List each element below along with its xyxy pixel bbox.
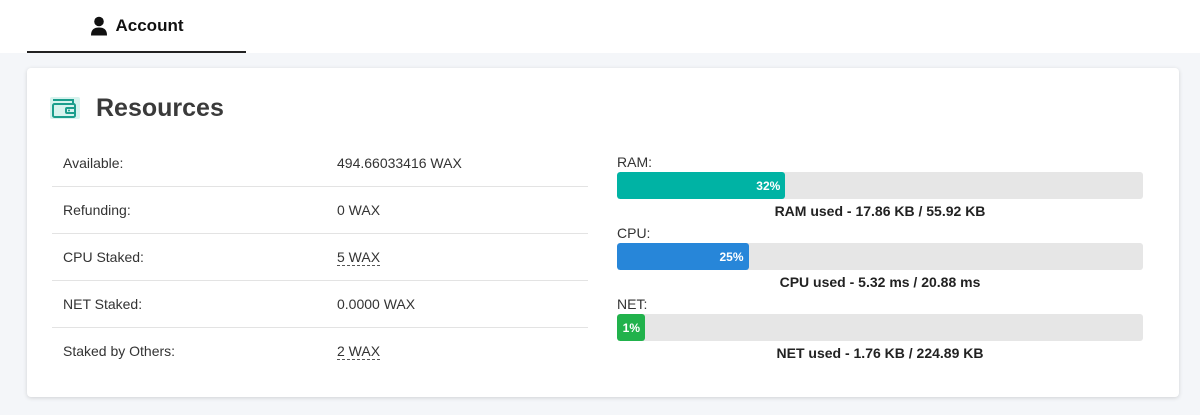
resource-value: 494.66033416 WAX <box>337 155 462 171</box>
resource-row-available: Available: 494.66033416 WAX <box>52 140 588 187</box>
tab-account[interactable]: Account <box>27 0 246 53</box>
ram-usage-caption: RAM used - 17.86 KB / 55.92 KB <box>774 203 986 219</box>
cpu-meter: CPU: 25% CPU used - 5.32 ms / 20.88 ms <box>617 223 1143 294</box>
resource-row-staked-by-others: Staked by Others: 2 WAX <box>52 328 588 374</box>
resources-header: Resources <box>49 90 224 126</box>
cpu-meter-label: CPU: <box>617 225 651 241</box>
ram-progress-fill: 32% <box>617 172 786 199</box>
net-progress-fill: 1% <box>617 314 645 341</box>
resource-meters: RAM: 32% RAM used - 17.86 KB / 55.92 KB … <box>617 152 1143 365</box>
wallet-icon <box>49 95 81 121</box>
cpu-progress-track: 25% <box>617 243 1143 270</box>
resource-value: 0 WAX <box>337 202 381 218</box>
net-progress-track: 1% <box>617 314 1143 341</box>
tab-account-label: Account <box>115 15 184 35</box>
resource-row-net-staked: NET Staked: 0.0000 WAX <box>52 281 588 328</box>
resource-label: NET Staked: <box>63 296 143 312</box>
net-usage-caption: NET used - 1.76 KB / 224.89 KB <box>776 345 984 361</box>
ram-meter-label: RAM: <box>617 154 652 170</box>
net-meter-label: NET: <box>617 296 648 312</box>
resource-label: Available: <box>63 155 124 171</box>
resource-label: Refunding: <box>63 202 131 218</box>
resources-card: Resources Available: 494.66033416 WAX Re… <box>27 68 1179 397</box>
ram-meter: RAM: 32% RAM used - 17.86 KB / 55.92 KB <box>617 152 1143 223</box>
resources-table: Available: 494.66033416 WAX Refunding: 0… <box>52 140 588 374</box>
resource-label: Staked by Others: <box>63 343 176 359</box>
ram-progress-track: 32% <box>617 172 1143 199</box>
user-icon <box>90 16 108 36</box>
resource-row-refunding: Refunding: 0 WAX <box>52 187 588 234</box>
cpu-usage-caption: CPU used - 5.32 ms / 20.88 ms <box>779 274 981 290</box>
staked-by-others-link[interactable]: 2 WAX <box>337 343 381 360</box>
resource-label: CPU Staked: <box>63 249 144 265</box>
top-nav: Account <box>0 0 1200 53</box>
resource-value: 0.0000 WAX <box>337 296 416 312</box>
cpu-staked-link[interactable]: 5 WAX <box>337 249 381 266</box>
resources-title: Resources <box>96 93 224 122</box>
resource-row-cpu-staked: CPU Staked: 5 WAX <box>52 234 588 281</box>
net-meter: NET: 1% NET used - 1.76 KB / 224.89 KB <box>617 294 1143 365</box>
cpu-progress-fill: 25% <box>617 243 749 270</box>
